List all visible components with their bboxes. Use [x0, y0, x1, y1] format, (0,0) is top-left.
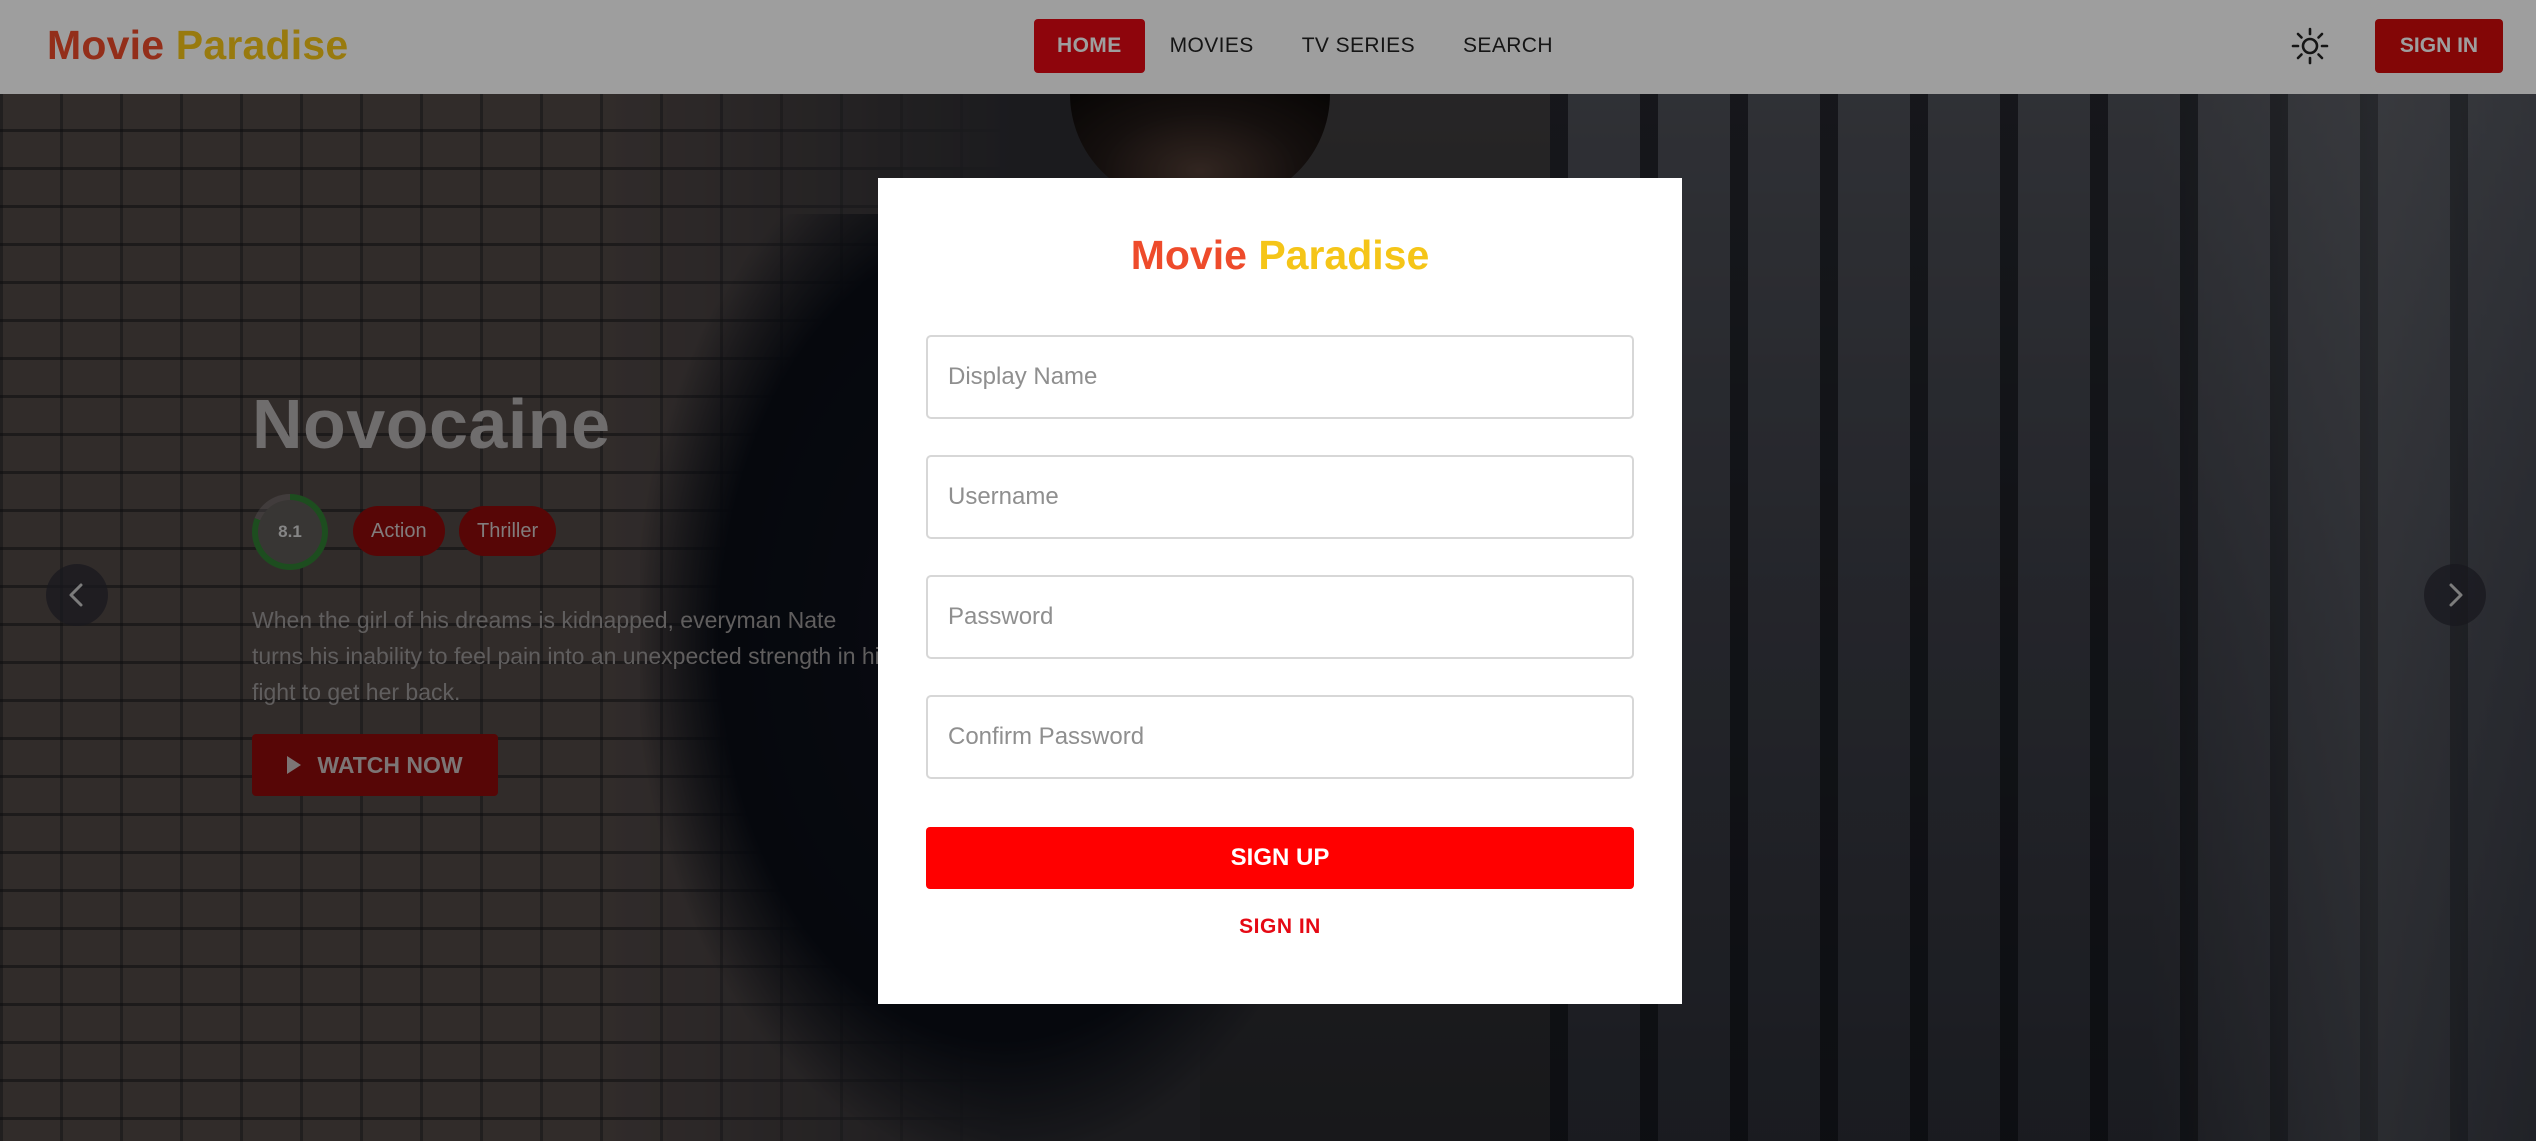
signup-modal: Movie Paradise SIGN UP SIGN IN [878, 178, 1682, 1004]
modal-logo-word-movie: Movie [1130, 232, 1247, 278]
username-input[interactable] [926, 455, 1634, 539]
modal-logo-word-paradise: Paradise [1258, 232, 1430, 278]
display-name-input[interactable] [926, 335, 1634, 419]
signup-button[interactable]: SIGN UP [926, 827, 1634, 889]
password-input[interactable] [926, 575, 1634, 659]
page: Movie Paradise HOME MOVIES TV SERIES SEA… [0, 0, 2536, 1141]
modal-logo: Movie Paradise [878, 232, 1682, 279]
signin-link[interactable]: SIGN IN [878, 915, 1682, 939]
confirm-password-input[interactable] [926, 695, 1634, 779]
